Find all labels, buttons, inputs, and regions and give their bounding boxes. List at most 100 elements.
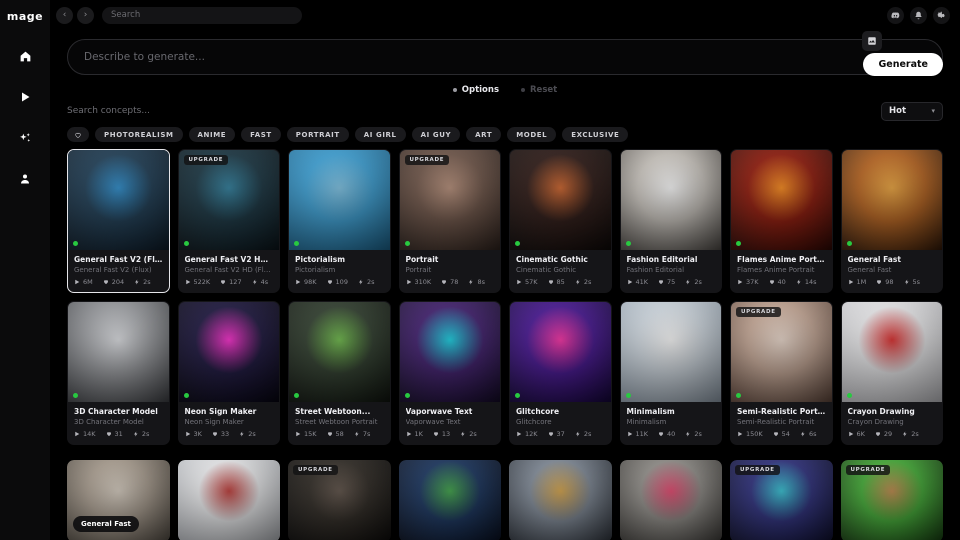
concept-card[interactable]: UPGRADE <box>840 460 943 540</box>
concept-card[interactable]: General Fast <box>67 460 170 540</box>
concept-card[interactable]: General Fast V2 (Flux) General Fast V2 (F… <box>67 149 170 293</box>
status-dot <box>846 241 852 246</box>
tag-exclusive[interactable]: EXCLUSIVE <box>562 127 629 142</box>
prompt-input[interactable]: Describe to generate... <box>67 39 943 75</box>
stat-likes: 58 <box>327 430 344 438</box>
tag-art[interactable]: ART <box>466 127 502 142</box>
search-placeholder: Search <box>111 10 141 20</box>
concept-card[interactable]: Street Webtoon... Street Webtoon Portrait… <box>288 301 391 445</box>
concept-card[interactable] <box>177 460 280 540</box>
search-input[interactable]: Search <box>102 6 302 24</box>
stat-likes: 37 <box>548 430 565 438</box>
concept-card[interactable]: Minimalism Minimalism 11K 40 2s <box>619 301 722 445</box>
tag-ai-girl[interactable]: AI GIRL <box>354 127 406 142</box>
heart-icon <box>106 432 111 436</box>
chevron-updown-icon: ▾ <box>931 107 935 115</box>
upgrade-badge: UPGRADE <box>735 465 780 475</box>
reset-button[interactable]: Reset <box>521 85 557 95</box>
bolt-icon <box>461 431 465 437</box>
concept-card[interactable]: UPGRADE General Fast V2 HD... General Fast… <box>177 149 280 293</box>
heart-icon <box>212 432 217 436</box>
main-content: ‹ › Search Describe to generate... Gener… <box>50 0 960 540</box>
concept-thumbnail <box>509 460 612 540</box>
status-dot <box>183 241 189 246</box>
brand-logo[interactable]: mage <box>7 10 43 23</box>
bolt-icon <box>903 431 907 437</box>
stat-runs: 11K <box>627 430 648 438</box>
play-icon <box>185 431 190 437</box>
heart-icon <box>327 432 332 436</box>
concept-thumbnail <box>68 150 169 250</box>
sidebar-item-profile[interactable] <box>8 164 42 194</box>
concept-card[interactable] <box>619 460 722 540</box>
concept-stats: 11K 40 2s <box>627 430 716 438</box>
sidebar-item-enhance[interactable] <box>8 123 42 153</box>
play-icon <box>22 92 30 102</box>
stat-likes: 29 <box>875 430 892 438</box>
back-button[interactable]: ‹ <box>56 6 73 24</box>
concept-card[interactable]: 3D Character Model 3D Character Model 14K 3… <box>67 301 170 445</box>
concept-card[interactable]: Vaporwave Text Vaporwave Text 1K 13 2s <box>398 301 501 445</box>
concept-card-body: Crayon Drawing Crayon Drawing 6K 29 2s <box>842 402 943 444</box>
options-toggle[interactable]: Options <box>452 85 499 95</box>
concept-stats: 57K 85 2s <box>516 278 605 286</box>
tag-model[interactable]: MODEL <box>507 127 557 142</box>
tag-portrait[interactable]: PORTRAIT <box>286 127 349 142</box>
concept-title: Flames Anime Portrait <box>737 255 826 264</box>
concept-card[interactable]: UPGRADE <box>730 460 833 540</box>
settings-button[interactable] <box>933 6 950 24</box>
sort-select[interactable]: Hot ▾ <box>881 101 943 121</box>
stat-likes: 98 <box>876 278 894 286</box>
tag-filter-list: PHOTOREALISM ANIME FAST PORTRAIT AI GIRL AI G… <box>50 127 960 142</box>
concept-card[interactable]: Fashion Editorial Fashion Editorial 41K 75 2… <box>619 149 722 293</box>
concept-card[interactable]: Flames Anime Portrait Flames Anime Portra… <box>730 149 833 293</box>
concept-title: Minimalism <box>626 407 675 416</box>
sidebar-item-play[interactable] <box>8 82 42 112</box>
concept-thumbnail <box>178 302 279 402</box>
concept-title: Vaporwave Text <box>405 407 473 416</box>
top-bar-actions <box>887 6 950 24</box>
play-icon <box>848 431 853 437</box>
concept-card[interactable]: UPGRADE Semi-Realistic Portrait Semi-Reali… <box>730 301 833 445</box>
tag-photorealism[interactable]: PHOTOREALISM <box>95 127 183 142</box>
generate-button[interactable]: Generate <box>863 53 943 76</box>
stat-likes: 33 <box>212 430 229 438</box>
tag-ai-guy[interactable]: AI GUY <box>411 127 461 142</box>
stat-likes: 127 <box>220 278 242 286</box>
concept-thumbnail <box>841 302 942 402</box>
stat-likes: 40 <box>658 430 675 438</box>
stat-time: 2s <box>902 430 919 438</box>
concept-thumbnail: UPGRADE <box>288 460 391 540</box>
concept-card-body: Cinematic Gothic Cinematic Gothic 57K 85 2s <box>510 250 611 292</box>
sidebar-item-home[interactable] <box>8 41 42 71</box>
concept-title: Fashion Editorial <box>626 255 698 264</box>
tag-anime[interactable]: ANIME <box>188 127 236 142</box>
play-icon <box>517 431 522 437</box>
concepts-search-input[interactable]: Search concepts... <box>67 106 150 116</box>
tag-fast[interactable]: FAST <box>241 127 281 142</box>
bolt-icon <box>686 431 690 437</box>
concept-card[interactable]: Glitchcore Glitchcore 12K 37 2s <box>509 301 612 445</box>
sort-value: Hot <box>889 106 907 116</box>
stat-likes: 54 <box>773 430 790 438</box>
concept-stats: 1M 98 5s <box>848 278 937 286</box>
concept-card[interactable] <box>398 460 501 540</box>
discord-button[interactable] <box>887 6 904 24</box>
forward-button[interactable]: › <box>77 6 94 24</box>
concept-card[interactable]: General Fast General Fast 1M 98 5s <box>840 149 943 293</box>
concept-card[interactable]: Cinematic Gothic Cinematic Gothic 57K 85 2s <box>509 149 612 293</box>
concept-card[interactable]: Neon Sign Maker Neon Sign Maker 3K 33 2s <box>177 301 280 445</box>
options-dot <box>452 88 457 92</box>
concept-card[interactable] <box>509 460 612 540</box>
image-upload-button[interactable] <box>862 31 882 51</box>
concept-card[interactable]: Crayon Drawing Crayon Drawing 6K 29 2s <box>840 301 943 445</box>
tag-favorites[interactable] <box>67 127 89 142</box>
concept-stats: 15K 58 7s <box>295 430 384 438</box>
stat-runs: 14K <box>74 430 96 438</box>
concept-card[interactable]: UPGRADE Portrait Portrait 310K 78 8s <box>398 149 501 293</box>
reset-dot <box>521 88 526 92</box>
concept-card[interactable]: Pictorialism Pictorialism 98K 109 2s <box>288 149 391 293</box>
notifications-button[interactable] <box>910 6 927 24</box>
concept-card[interactable]: UPGRADE <box>288 460 391 540</box>
play-icon <box>738 279 743 285</box>
